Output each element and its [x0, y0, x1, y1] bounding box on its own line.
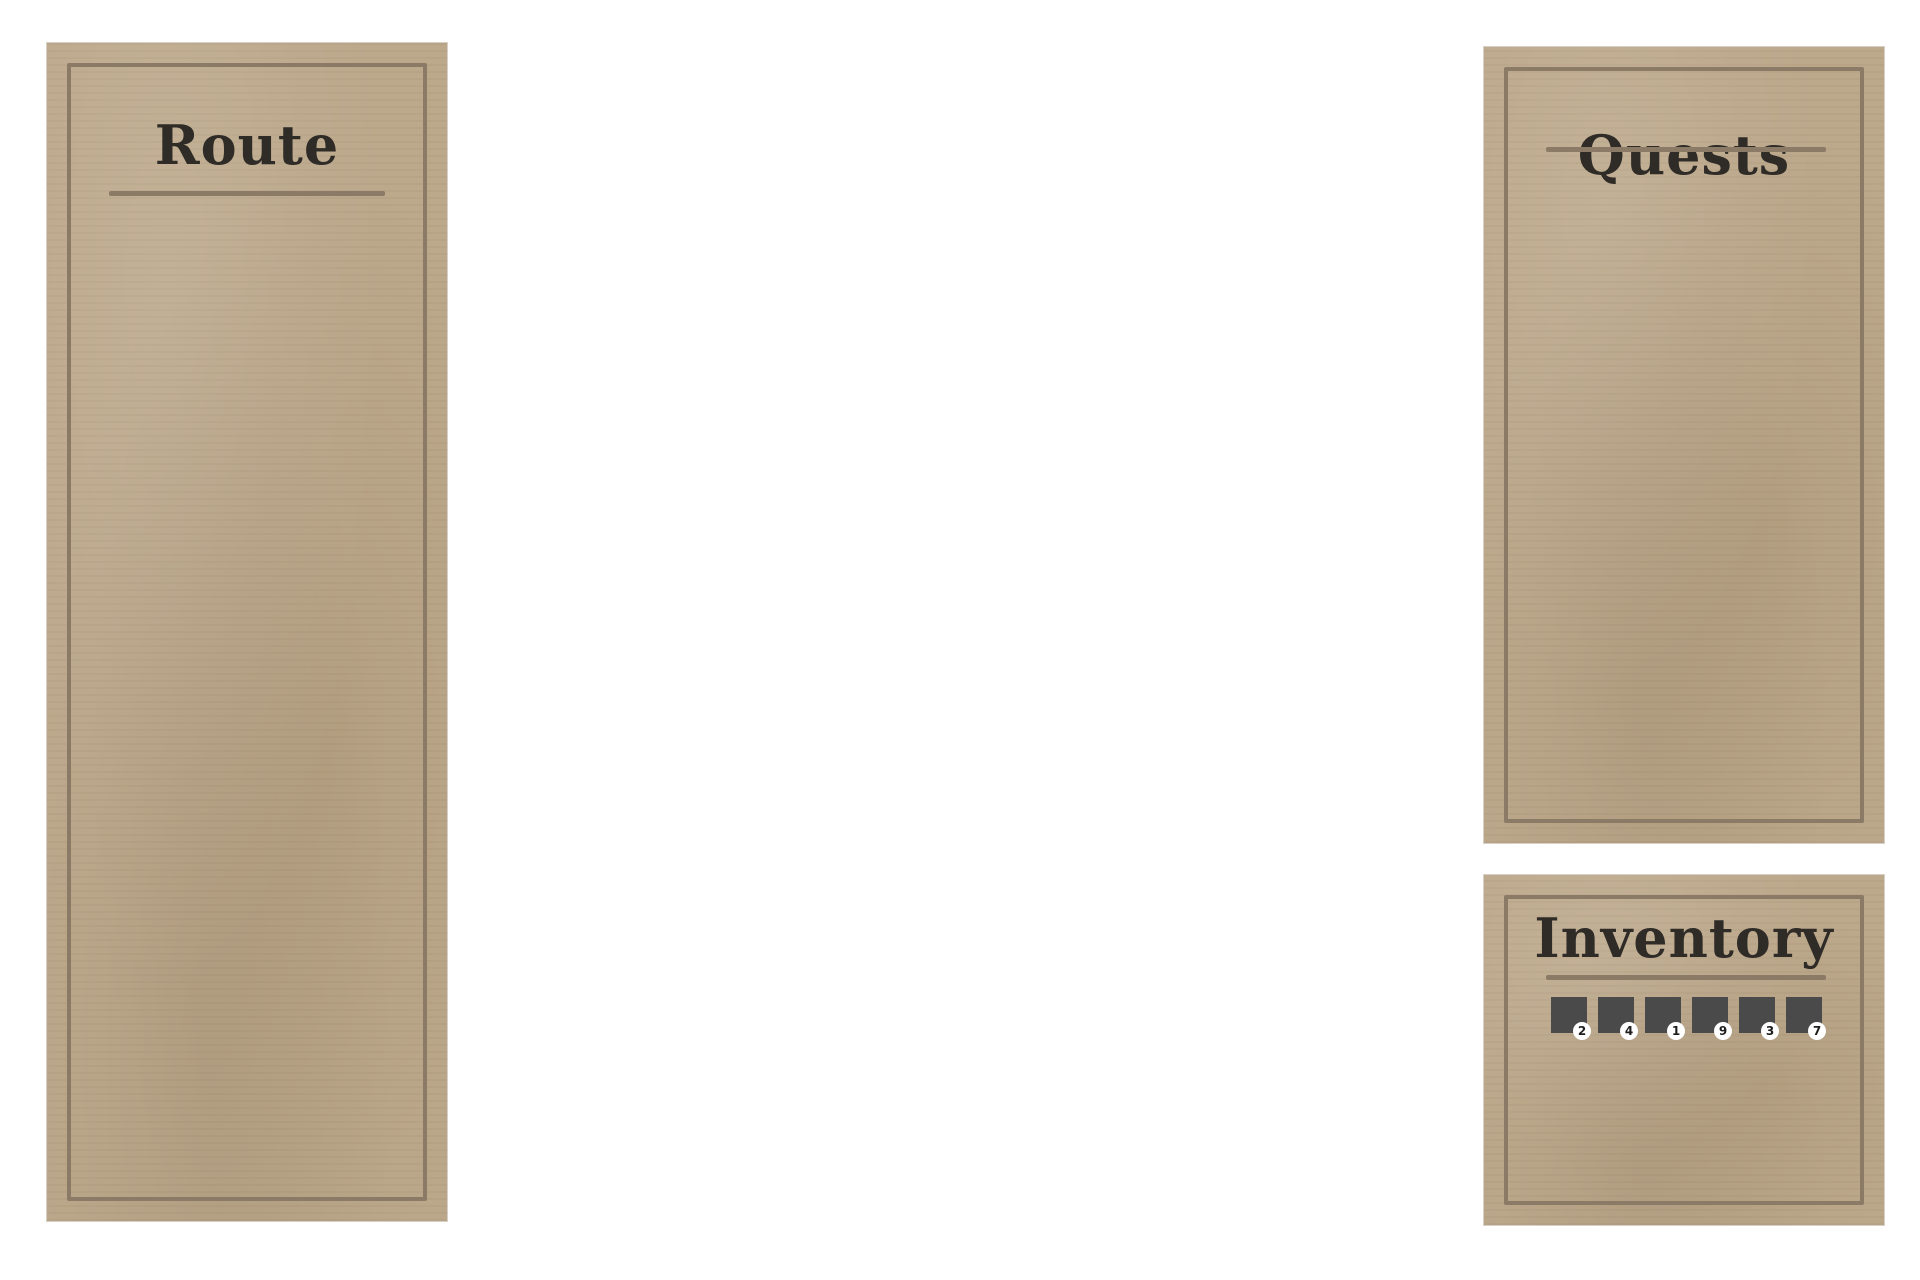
- slot-count-badge: 3: [1761, 1022, 1779, 1040]
- route-panel: Route: [47, 43, 447, 1221]
- quests-title: Quests: [1577, 123, 1791, 187]
- inventory-slot-6[interactable]: 7: [1786, 997, 1826, 1040]
- inventory-slot-2[interactable]: 4: [1598, 997, 1638, 1040]
- inventory-title: Inventory: [1534, 906, 1834, 970]
- slot-count-badge: 1: [1667, 1022, 1685, 1040]
- quests-panel: Quests: [1484, 47, 1884, 843]
- slot-count-badge: 2: [1573, 1022, 1591, 1040]
- quests-title-divider: [1546, 147, 1826, 152]
- inventory-slot-4[interactable]: 9: [1692, 997, 1732, 1040]
- slot-count-badge: 9: [1714, 1022, 1732, 1040]
- inventory-slots: 2 4 1 9 3 7: [1551, 997, 1826, 1040]
- inventory-title-divider: [1546, 975, 1826, 980]
- route-title-divider: [109, 191, 385, 196]
- slot-count-badge: 4: [1620, 1022, 1638, 1040]
- inventory-slot-3[interactable]: 1: [1645, 997, 1685, 1040]
- inventory-slot-1[interactable]: 2: [1551, 997, 1591, 1040]
- inventory-slot-5[interactable]: 3: [1739, 997, 1779, 1040]
- route-title: Route: [154, 113, 340, 177]
- slot-count-badge: 7: [1808, 1022, 1826, 1040]
- inventory-panel: Inventory 2 4 1 9 3 7: [1484, 875, 1884, 1225]
